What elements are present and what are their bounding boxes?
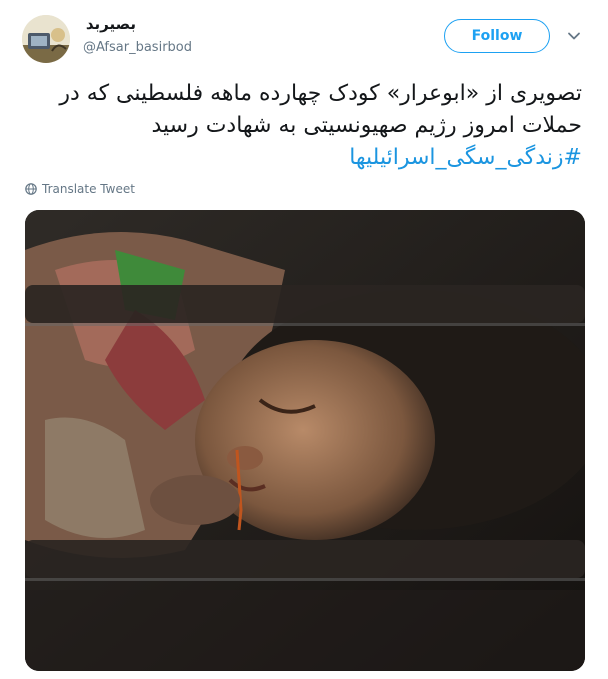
photo-image xyxy=(25,210,585,671)
avatar[interactable] xyxy=(22,15,70,63)
tweet-text-line: تصویری از «ابوعرار» کودک چهارده ماهه فلس… xyxy=(59,81,582,106)
display-name[interactable]: بصیربد xyxy=(86,15,136,33)
follow-button-label: Follow xyxy=(471,28,523,44)
globe-icon xyxy=(25,183,37,195)
tweet-text: تصویری از «ابوعرار» کودک چهارده ماهه فلس… xyxy=(22,78,582,174)
user-handle[interactable]: @Afsar_basirbod xyxy=(83,40,192,55)
avatar-image xyxy=(22,15,70,63)
translate-tweet-label: Translate Tweet xyxy=(42,182,135,196)
tweet-text-line: حملات امروز رژیم صهیونسیتی به شهادت رسید xyxy=(151,113,582,138)
chevron-down-icon[interactable] xyxy=(566,28,582,44)
follow-button[interactable]: Follow xyxy=(444,19,550,53)
tweet-photo[interactable] xyxy=(25,210,585,671)
translate-tweet-link[interactable]: Translate Tweet xyxy=(25,182,135,196)
hashtag-link[interactable]: #زندگی_سگی_اسرائیلیها xyxy=(22,142,582,174)
